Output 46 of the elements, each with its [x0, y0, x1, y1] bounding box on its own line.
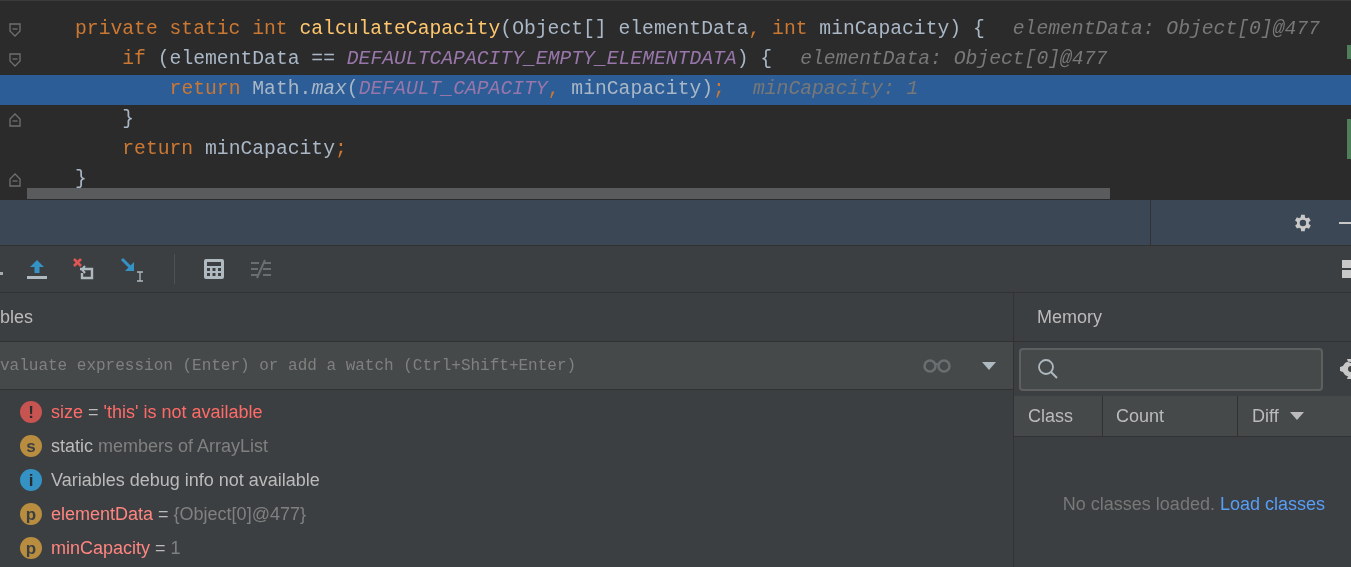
- param-badge-icon: p: [20, 537, 42, 559]
- sort-caret-icon[interactable]: [1288, 411, 1305, 421]
- param-badge-icon: p: [20, 503, 42, 525]
- fold-marker-icon[interactable]: [9, 23, 21, 37]
- watch-bar[interactable]: valuate expression (Enter) or add a watch (Ctrl+Shift+Enter): [0, 341, 1013, 390]
- fold-marker-icon[interactable]: [9, 113, 21, 127]
- inline-value-hint: minCapacity: 1: [752, 77, 919, 103]
- code-line: }: [122, 107, 135, 133]
- variable-entry[interactable]: size = 'this' is not available: [51, 398, 263, 426]
- change-marker: [1347, 45, 1351, 59]
- search-icon: [1037, 358, 1059, 380]
- empty-state-message: No classes loaded. Load classes: [1062, 493, 1325, 516]
- load-classes-link[interactable]: Load classes: [1219, 494, 1325, 514]
- calculator-icon[interactable]: [203, 258, 225, 280]
- static-badge-icon: s: [20, 435, 42, 457]
- column-header[interactable]: Diff: [1237, 396, 1351, 436]
- change-marker: [1347, 119, 1351, 159]
- code-line: return Math.max(DEFAULT_CAPACITY, minCapacity);: [169, 77, 725, 103]
- info-badge-icon: i: [20, 469, 42, 491]
- code-line: if (elementData == DEFAULTCAPACITY_EMPTY_ELEMENTDATA) {: [122, 47, 773, 73]
- error-badge-icon: !: [20, 401, 42, 423]
- inline-value-hint: elementData: Object[0]@477: [800, 47, 1108, 73]
- variable-entry[interactable]: elementData = {Object[0]@477}: [51, 500, 306, 528]
- inline-value-hint: elementData: Object[0]@477: [1012, 17, 1320, 43]
- step-out-icon[interactable]: [26, 258, 48, 280]
- fold-marker-icon[interactable]: [9, 53, 21, 67]
- variable-entry[interactable]: minCapacity = 1: [51, 534, 181, 562]
- variable-entry[interactable]: Variables debug info not available: [51, 466, 320, 494]
- drop-frame-icon[interactable]: [72, 257, 96, 281]
- layout-icon[interactable]: [1342, 260, 1351, 278]
- column-header[interactable]: Class: [1014, 396, 1102, 436]
- search-field[interactable]: [1019, 347, 1323, 391]
- variable-entry[interactable]: static members of ArrayList: [51, 432, 269, 460]
- horizontal-scrollbar[interactable]: [27, 188, 1110, 199]
- code-line: }: [75, 167, 87, 193]
- minimize-icon[interactable]: [1339, 221, 1351, 224]
- watch-expression-field[interactable]: valuate expression (Enter) or add a watch (Ctrl+Shift+Enter): [0, 353, 923, 378]
- run-to-cursor-icon[interactable]: [120, 256, 146, 282]
- code-line: return minCapacity;: [122, 137, 347, 163]
- dropdown-caret-icon[interactable]: [981, 360, 997, 371]
- code-line: private static int calculateCapacity(Object[] elementData, int minCapacity) {: [75, 17, 985, 43]
- settings-icon[interactable]: [1339, 358, 1351, 380]
- fold-marker-icon[interactable]: [9, 173, 21, 187]
- panel-title: bles: [0, 305, 34, 329]
- column-header[interactable]: Count: [1102, 396, 1237, 436]
- panel-title: Memory: [1037, 305, 1102, 329]
